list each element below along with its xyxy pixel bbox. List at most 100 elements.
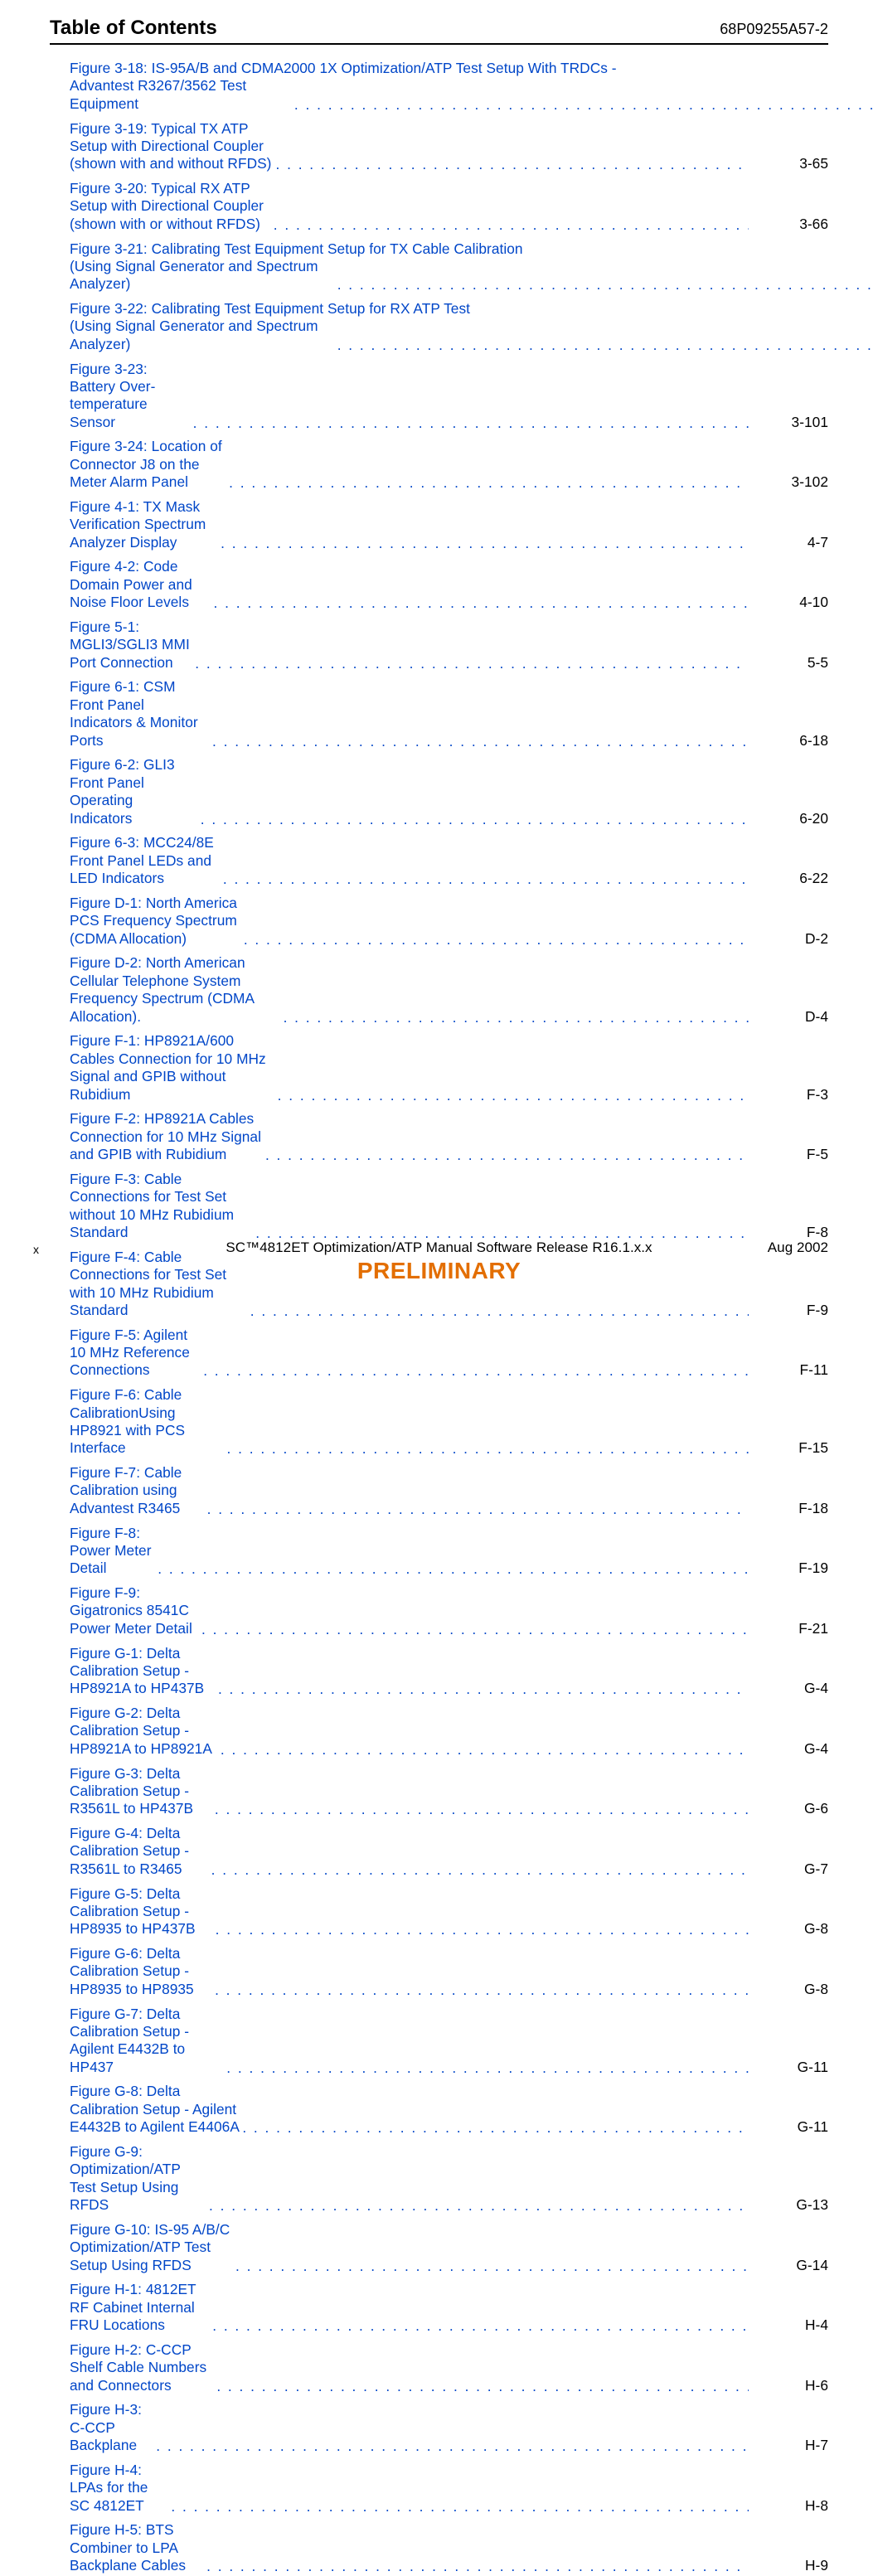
- toc-link[interactable]: Figure 5-1: MGLI3/SGLI3 MMI Port Connect…: [70, 619, 193, 672]
- toc-link[interactable]: Figure 4-1: TX Mask Verification Spectru…: [70, 498, 219, 551]
- toc-link[interactable]: Figure H-2: C-CCP Shelf Cable Numbers an…: [70, 2341, 215, 2394]
- toc-dots: . . . . . . . . . . . . . . . . . . . . …: [212, 594, 749, 612]
- toc-link[interactable]: Figure 3-22: Calibrating Test Equipment …: [70, 300, 878, 353]
- toc-link[interactable]: Figure 6-2: GLI3 Front Panel Operating I…: [70, 756, 199, 827]
- toc-page: 3-102: [749, 473, 828, 491]
- toc-page: H-8: [749, 2497, 828, 2515]
- toc-link-text: Figure G-7: Delta Calibration Setup - Ag…: [70, 2006, 189, 2075]
- toc-entry: Figure G-9: Optimization/ATP Test Setup …: [70, 2143, 828, 2215]
- toc-page: D-2: [749, 930, 828, 948]
- toc-dots: . . . . . . . . . . . . . . . . . . . . …: [192, 415, 749, 432]
- toc-link[interactable]: Figure H-4: LPAs for the SC 4812ET: [70, 2462, 169, 2515]
- toc-dots: . . . . . . . . . . . . . . . . . . . . …: [293, 96, 878, 114]
- toc-entry: Figure G-3: Delta Calibration Setup - R3…: [70, 1765, 828, 1818]
- toc-entry: Figure 3-21: Calibrating Test Equipment …: [70, 240, 828, 293]
- toc-entry: Figure 4-1: TX Mask Verification Spectru…: [70, 498, 828, 551]
- toc-link[interactable]: Figure G-3: Delta Calibration Setup - R3…: [70, 1765, 213, 1818]
- toc-dots: . . . . . . . . . . . . . . . . . . . . …: [234, 2258, 749, 2275]
- toc-link[interactable]: Figure G-4: Delta Calibration Setup - R3…: [70, 1825, 210, 1878]
- toc-dots: . . . . . . . . . . . . . . . . . . . . …: [214, 1921, 749, 1938]
- toc-link[interactable]: Figure 3-21: Calibrating Test Equipment …: [70, 240, 878, 293]
- toc-dots: . . . . . . . . . . . . . . . . . . . . …: [211, 2317, 749, 2335]
- toc-entry: Figure H-1: 4812ET RF Cabinet Internal F…: [70, 2281, 828, 2334]
- toc-dots: . . . . . . . . . . . . . . . . . . . . …: [336, 276, 878, 293]
- toc-dots: . . . . . . . . . . . . . . . . . . . . …: [210, 1861, 749, 1879]
- toc-dots: . . . . . . . . . . . . . . . . . . . . …: [213, 1982, 749, 1999]
- toc-entry: Figure F-3: Cable Connections for Test S…: [70, 1171, 828, 1242]
- toc-link[interactable]: Figure G-10: IS-95 A/B/C Optimization/AT…: [70, 2221, 234, 2274]
- toc-link-text: (Using Signal Generator and Spectrum Ana…: [70, 318, 336, 353]
- toc-page: G-13: [749, 2196, 828, 2214]
- toc-link[interactable]: Figure 6-1: CSM Front Panel Indicators &…: [70, 678, 211, 750]
- toc-entry: Figure 3-22: Calibrating Test Equipment …: [70, 300, 828, 353]
- toc-link[interactable]: Figure F-1: HP8921A/600 Cables Connectio…: [70, 1032, 276, 1104]
- toc-link[interactable]: Figure D-1: North America PCS Frequency …: [70, 895, 242, 948]
- toc-page: F-18: [749, 1500, 828, 1517]
- toc-link[interactable]: Figure 6-3: MCC24/8E Front Panel LEDs an…: [70, 834, 221, 887]
- toc-dots: . . . . . . . . . . . . . . . . . . . . …: [226, 1440, 749, 1458]
- toc-link[interactable]: Figure H-3: C-CCP Backplane: [70, 2401, 154, 2454]
- toc-link[interactable]: Figure G-8: Delta Calibration Setup - Ag…: [70, 2083, 240, 2136]
- toc-dots: . . . . . . . . . . . . . . . . . . . . …: [282, 1009, 749, 1026]
- toc-link[interactable]: Figure G-9: Optimization/ATP Test Setup …: [70, 2143, 207, 2215]
- toc-link-text: Figure 4-2: Code Domain Power and Noise …: [70, 558, 192, 610]
- toc-link[interactable]: Figure G-1: Delta Calibration Setup - HP…: [70, 1645, 216, 1698]
- toc-dots: . . . . . . . . . . . . . . . . . . . . …: [215, 2378, 749, 2395]
- toc-link[interactable]: Figure H-5: BTS Combiner to LPA Backplan…: [70, 2521, 205, 2574]
- toc-link-text: Figure 3-18: IS-95A/B and CDMA2000 1X Op…: [70, 60, 878, 77]
- toc-page: 6-18: [749, 732, 828, 750]
- toc-entry: Figure 6-3: MCC24/8E Front Panel LEDs an…: [70, 834, 828, 887]
- toc-link-text: Figure G-1: Delta Calibration Setup - HP…: [70, 1645, 204, 1697]
- toc-entry: Figure F-9: Gigatronics 8541C Power Mete…: [70, 1584, 828, 1637]
- toc-link-text: Figure F-2: HP8921A Cables Connection fo…: [70, 1110, 261, 1162]
- toc-link[interactable]: Figure 3-19: Typical TX ATP Setup with D…: [70, 120, 274, 173]
- toc-link[interactable]: Figure G-7: Delta Calibration Setup - Ag…: [70, 2006, 225, 2077]
- toc-link[interactable]: Figure G-6: Delta Calibration Setup - HP…: [70, 1945, 213, 1998]
- toc-link-text: Figure H-2: C-CCP Shelf Cable Numbers an…: [70, 2341, 206, 2394]
- toc-link-text: Figure 6-2: GLI3 Front Panel Operating I…: [70, 756, 175, 826]
- toc-link[interactable]: Figure 3-23: Battery Over-temperature Se…: [70, 361, 192, 432]
- toc-dots: . . . . . . . . . . . . . . . . . . . . …: [227, 474, 749, 492]
- toc-entry: Figure F-6: Cable CalibrationUsing HP892…: [70, 1386, 828, 1458]
- toc-entry: Figure D-2: North American Cellular Tele…: [70, 954, 828, 1026]
- toc-dots: . . . . . . . . . . . . . . . . . . . . …: [225, 2059, 749, 2077]
- toc-link-text: Figure G-4: Delta Calibration Setup - R3…: [70, 1825, 189, 1877]
- toc-entry: Figure 3-23: Battery Over-temperature Se…: [70, 361, 828, 432]
- toc-link[interactable]: Figure G-5: Delta Calibration Setup - HP…: [70, 1885, 214, 1938]
- footer-preliminary: PRELIMINARY: [0, 1258, 878, 1284]
- toc-link-text: Figure F-5: Agilent 10 MHz Reference Con…: [70, 1327, 190, 1379]
- page-header: Table of Contents 68P09255A57-2: [50, 17, 828, 40]
- toc-entry: Figure F-5: Agilent 10 MHz Reference Con…: [70, 1327, 828, 1380]
- toc-link[interactable]: Figure F-9: Gigatronics 8541C Power Mete…: [70, 1584, 200, 1637]
- toc-dots: . . . . . . . . . . . . . . . . . . . . …: [201, 1362, 749, 1380]
- toc-link-text: Figure 3-22: Calibrating Test Equipment …: [70, 300, 878, 318]
- toc-entry: Figure G-10: IS-95 A/B/C Optimization/AT…: [70, 2221, 828, 2274]
- toc-link-text: Figure G-8: Delta Calibration Setup - Ag…: [70, 2083, 240, 2135]
- toc-page: G-11: [749, 2118, 828, 2136]
- toc-link[interactable]: Figure 4-2: Code Domain Power and Noise …: [70, 558, 212, 611]
- toc-link[interactable]: Figure F-8: Power Meter Detail: [70, 1525, 156, 1578]
- toc-link[interactable]: Figure F-6: Cable CalibrationUsing HP892…: [70, 1386, 226, 1458]
- toc-link[interactable]: Figure F-2: HP8921A Cables Connection fo…: [70, 1110, 264, 1163]
- page-footer: x SC™4812ET Optimization/ATP Manual Soft…: [0, 1239, 878, 1284]
- toc-link[interactable]: Figure F-7: Cable Calibration using Adva…: [70, 1464, 206, 1517]
- toc-entry: Figure 4-2: Code Domain Power and Noise …: [70, 558, 828, 611]
- toc-link[interactable]: Figure H-1: 4812ET RF Cabinet Internal F…: [70, 2281, 211, 2334]
- toc-dots: . . . . . . . . . . . . . . . . . . . . …: [264, 1147, 749, 1164]
- toc-link-text: Figure H-3: C-CCP Backplane: [70, 2401, 142, 2453]
- toc-page: G-11: [749, 2059, 828, 2076]
- toc-page: G-7: [749, 1860, 828, 1878]
- toc-link-text: Figure 4-1: TX Mask Verification Spectru…: [70, 498, 206, 551]
- toc-link[interactable]: Figure 3-20: Typical RX ATP Setup with D…: [70, 180, 272, 233]
- toc-link[interactable]: Figure D-2: North American Cellular Tele…: [70, 954, 282, 1026]
- toc-link[interactable]: Figure F-5: Agilent 10 MHz Reference Con…: [70, 1327, 201, 1380]
- toc-entry: Figure G-6: Delta Calibration Setup - HP…: [70, 1945, 828, 1998]
- toc-page: G-8: [749, 1920, 828, 1938]
- toc-link-text: Advantest R3267/3562 Test Equipment: [70, 77, 293, 113]
- toc-page: G-4: [749, 1740, 828, 1758]
- toc-link-text: Figure F-7: Cable Calibration using Adva…: [70, 1464, 182, 1516]
- toc-link[interactable]: Figure F-3: Cable Connections for Test S…: [70, 1171, 254, 1242]
- toc-link[interactable]: Figure 3-24: Location of Connector J8 on…: [70, 438, 227, 491]
- toc-link[interactable]: Figure G-2: Delta Calibration Setup - HP…: [70, 1705, 219, 1758]
- toc-link[interactable]: Figure 3-18: IS-95A/B and CDMA2000 1X Op…: [70, 60, 878, 113]
